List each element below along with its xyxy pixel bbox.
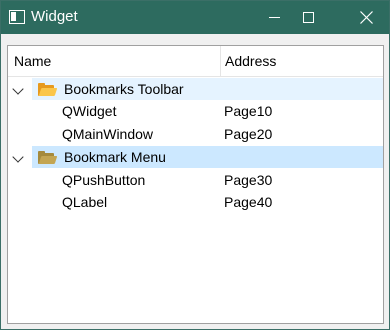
maximize-button[interactable] <box>285 1 331 34</box>
tree-item-row[interactable]: QWidget Page10 <box>8 100 383 122</box>
window-icon <box>9 10 25 24</box>
close-icon <box>359 11 373 24</box>
bookmark-tree-view[interactable]: Name Address Bookmarks Toolbar QWidget P… <box>7 45 384 324</box>
group-name: Bookmarks Toolbar <box>64 81 184 97</box>
item-name: QWidget <box>62 103 117 119</box>
tree-item-row[interactable]: QLabel Page40 <box>8 191 383 213</box>
column-header-name[interactable]: Name <box>8 46 220 76</box>
tree-group-row[interactable]: Bookmarks Toolbar <box>8 78 383 100</box>
tree-header: Name Address <box>8 46 383 77</box>
item-name: QLabel <box>62 194 108 210</box>
item-address: Page30 <box>224 172 273 188</box>
maximize-icon <box>302 12 314 23</box>
item-name: QPushButton <box>62 172 146 188</box>
tree-item-row[interactable]: QPushButton Page30 <box>8 169 383 191</box>
chevron-down-icon[interactable] <box>12 151 24 163</box>
chevron-down-icon[interactable] <box>12 83 24 95</box>
folder-icon <box>38 151 58 164</box>
window-title: Widget <box>31 8 78 25</box>
folder-open-icon <box>38 83 58 96</box>
item-address: Page40 <box>224 194 273 210</box>
title-bar[interactable]: Widget <box>1 1 389 34</box>
close-button[interactable] <box>343 1 389 34</box>
group-name: Bookmark Menu <box>64 149 166 165</box>
item-address: Page10 <box>224 103 273 119</box>
column-header-address[interactable]: Address <box>220 46 383 76</box>
item-name: QMainWindow <box>62 126 154 142</box>
item-address: Page20 <box>224 126 273 142</box>
widget-window: Widget Name Address Bookmarks Toolbar QW… <box>0 0 390 330</box>
tree-group-row-selected[interactable]: Bookmark Menu <box>8 146 383 168</box>
tree-item-row[interactable]: QMainWindow Page20 <box>8 123 383 145</box>
minimize-icon <box>268 17 280 18</box>
